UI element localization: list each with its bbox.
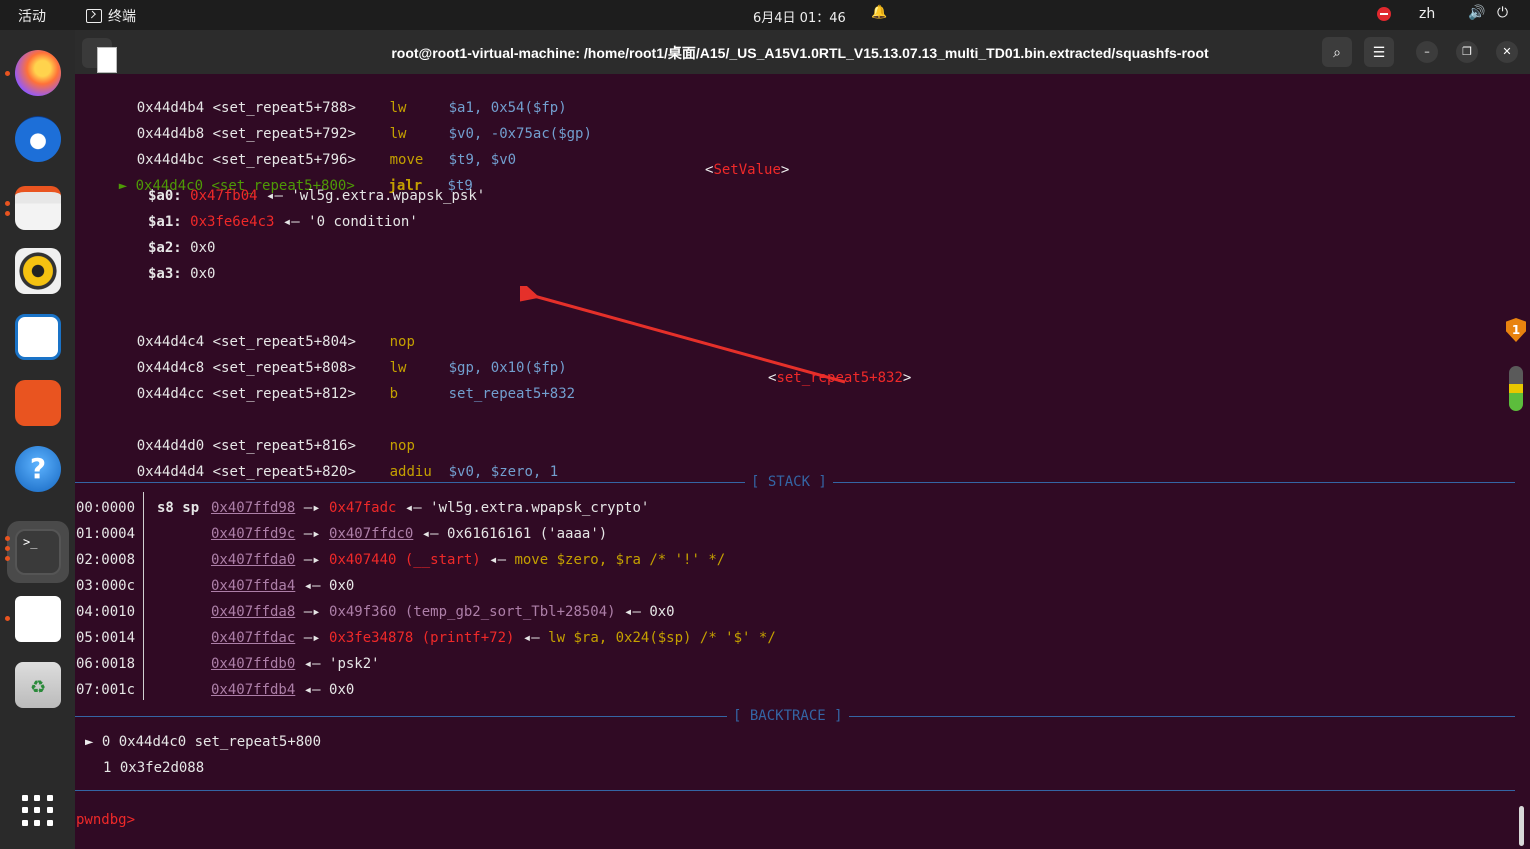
disasm-line: 0x44d4d4 <set_repeat5+820> addiu $v0, $z… — [136, 464, 559, 480]
stack-row: 0x407ffdac —▸ 0x3fe34878 (printf+72) ◂— … — [211, 630, 776, 646]
stack-row: 0x407ffda0 —▸ 0x407440 (__start) ◂— move… — [211, 552, 726, 568]
terminal-output[interactable]: 0x44d4b4 <set_repeat5+788> lw $a1, 0x54(… — [75, 74, 1530, 849]
call-target: <SetValue> — [705, 162, 790, 178]
prompt-separator — [75, 790, 1515, 791]
backtrace-header: [ BACKTRACE ] — [727, 708, 849, 724]
running-indicator — [5, 201, 10, 206]
search-icon[interactable]: ⌕ — [1322, 37, 1352, 67]
backtrace-frame: ► 0 0x44d4c0 set_repeat5+800 — [85, 734, 322, 750]
activities-button[interactable]: 活动 — [18, 6, 46, 26]
power-icon[interactable]: ⏻ — [1497, 5, 1508, 21]
bell-icon[interactable]: 🔔 — [871, 5, 887, 20]
terminal-icon — [86, 9, 102, 23]
libreoffice-writer-icon[interactable] — [15, 314, 61, 360]
stack-row: s8 sp — [157, 500, 200, 516]
call-arg: $a1: 0x3fe6e4c3 ◂— '0 condition' — [148, 214, 418, 230]
minimize-button[interactable]: – — [1416, 41, 1438, 63]
stack-row: 04:0010 — [76, 604, 136, 620]
stack-header: [ STACK ] — [745, 474, 833, 490]
terminal-icon[interactable]: >_ — [15, 529, 61, 575]
volume-icon[interactable]: 🔊 — [1468, 5, 1485, 21]
running-indicator — [5, 556, 10, 561]
current-pointer-icon: ► — [118, 178, 128, 194]
stack-row: 02:0008 — [76, 552, 136, 568]
pwndbg-prompt[interactable]: pwndbg> — [76, 812, 135, 828]
stack-divider — [143, 492, 144, 700]
stack-row: 0x407ffda4 ◂— 0x0 — [211, 578, 355, 594]
running-indicator — [5, 616, 10, 621]
thunderbird-icon[interactable] — [15, 116, 61, 162]
stack-row: 03:000c — [76, 578, 136, 594]
stack-row: 0x407ffd9c —▸ 0x407ffdc0 ◂— 0x61616161 (… — [211, 526, 608, 542]
app-center-icon[interactable] — [15, 380, 61, 426]
stack-row: 0x407ffda8 —▸ 0x49f360 (temp_gb2_sort_Tb… — [211, 604, 675, 620]
app-menu[interactable]: 终端 — [86, 6, 136, 26]
clock[interactable]: 6月4日 01：46 — [753, 7, 846, 26]
stack-row: 06:0018 — [76, 656, 136, 672]
stack-row: 0x407ffdb4 ◂— 0x0 — [211, 682, 355, 698]
stack-row: 0x407ffd98 —▸ 0x47fadc ◂— 'wl5g.extra.wp… — [211, 500, 650, 516]
scrollbar[interactable] — [1519, 806, 1524, 846]
running-indicator — [5, 211, 10, 216]
text-editor-icon[interactable] — [15, 596, 61, 642]
stack-row: 05:0014 — [76, 630, 136, 646]
running-indicator — [5, 546, 10, 551]
close-button[interactable]: ✕ — [1496, 41, 1518, 63]
call-arg: $a2: 0x0 — [148, 240, 216, 256]
maximize-button[interactable]: ❐ — [1456, 41, 1478, 63]
stack-row: 0x407ffdb0 ◂— 'psk2' — [211, 656, 380, 672]
do-not-disturb-icon[interactable] — [1377, 7, 1391, 21]
rhythmbox-icon[interactable] — [15, 248, 61, 294]
trash-icon[interactable]: ♻ — [15, 662, 61, 708]
backtrace-frame: 1 0x3fe2d088 — [103, 760, 205, 776]
disasm-line: 0x44d4cc <set_repeat5+812> b set_repeat5… — [136, 386, 576, 402]
running-indicator — [5, 71, 10, 76]
app-name: 终端 — [108, 9, 136, 25]
call-arg: $a3: 0x0 — [148, 266, 216, 282]
files-icon[interactable] — [15, 186, 61, 230]
dock: ? >_ ♻ — [0, 30, 75, 849]
stack-row: 01:0004 — [76, 526, 136, 542]
show-apps-icon[interactable] — [22, 795, 54, 827]
gauge-icon[interactable] — [1509, 366, 1523, 411]
branch-target: <set_repeat5+832> — [768, 370, 912, 386]
running-indicator — [5, 536, 10, 541]
input-language[interactable]: zh — [1419, 6, 1435, 22]
stack-row: 00:0000 — [76, 500, 136, 516]
call-arg: $a0: 0x47fb04 ◂— 'wl5g.extra.wpapsk_psk' — [148, 188, 486, 204]
firefox-icon[interactable] — [15, 50, 61, 96]
menu-icon[interactable]: ☰ — [1364, 37, 1394, 67]
help-icon[interactable]: ? — [15, 446, 61, 492]
window-titlebar: root@root1-virtual-machine: /home/root1/… — [75, 30, 1530, 74]
stack-row: 07:001c — [76, 682, 136, 698]
top-bar: 活动 终端 6月4日 01：46 🔔 zh 🔊 ⏻ — [0, 0, 1530, 30]
window-title: root@root1-virtual-machine: /home/root1/… — [391, 45, 1209, 61]
